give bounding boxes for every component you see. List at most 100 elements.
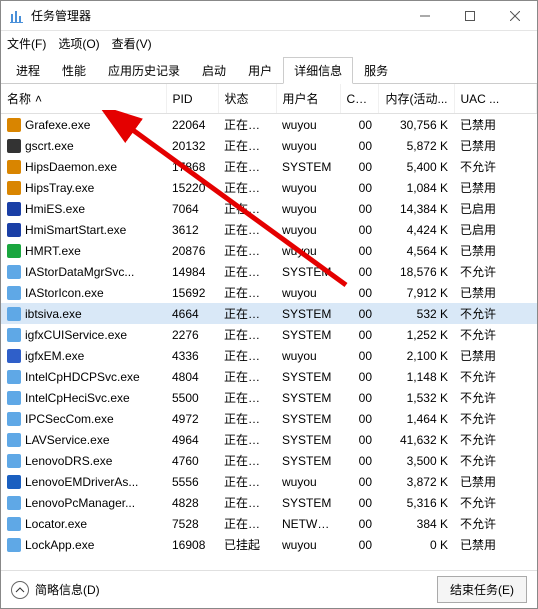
cell-mem: 4,564 K (378, 240, 454, 261)
cell-status: 正在运行 (218, 177, 276, 198)
cell-user: wuyou (276, 534, 340, 555)
cell-pid: 3612 (166, 219, 218, 240)
process-icon (7, 244, 21, 258)
process-name-cell: HipsTray.exe (1, 177, 166, 198)
cell-user: SYSTEM (276, 156, 340, 177)
col-uac[interactable]: UAC ... (454, 84, 537, 114)
cell-user: wuyou (276, 345, 340, 366)
process-name-cell: IAStorDataMgrSvc... (1, 261, 166, 282)
cell-mem: 5,316 K (378, 492, 454, 513)
tab-strip: 进程性能应用历史记录启动用户详细信息服务 (1, 57, 537, 84)
tab-5[interactable]: 详细信息 (283, 57, 353, 84)
tab-6[interactable]: 服务 (353, 57, 399, 84)
tab-3[interactable]: 启动 (191, 57, 237, 84)
cell-mem: 1,148 K (378, 366, 454, 387)
tab-4[interactable]: 用户 (237, 57, 283, 84)
table-row[interactable]: LenovoEMDriverAs...5556正在运行wuyou003,872 … (1, 471, 537, 492)
process-name-cell: igfxCUIService.exe (1, 324, 166, 345)
cell-cpu: 00 (340, 345, 378, 366)
minimize-button[interactable] (402, 1, 447, 31)
maximize-button[interactable] (447, 1, 492, 31)
cell-uac: 已启用 (454, 198, 537, 219)
close-button[interactable] (492, 1, 537, 31)
table-row[interactable]: LAVService.exe4964正在运行SYSTEM0041,632 K不允… (1, 429, 537, 450)
cell-uac: 不允许 (454, 156, 537, 177)
cell-uac: 不允许 (454, 450, 537, 471)
cell-status: 正在运行 (218, 135, 276, 156)
tab-0[interactable]: 进程 (5, 57, 51, 84)
cell-pid: 4804 (166, 366, 218, 387)
cell-uac: 已禁用 (454, 345, 537, 366)
window-controls (402, 1, 537, 31)
col-mem[interactable]: 内存(活动... (378, 84, 454, 114)
process-name-cell: LenovoPcManager... (1, 492, 166, 513)
table-row[interactable]: ibtsiva.exe4664正在运行SYSTEM00532 K不允许 (1, 303, 537, 324)
table-row[interactable]: HipsTray.exe15220正在运行wuyou001,084 K已禁用 (1, 177, 537, 198)
cell-uac: 已禁用 (454, 240, 537, 261)
process-name-cell: HmiES.exe (1, 198, 166, 219)
table-row[interactable]: IAStorDataMgrSvc...14984正在运行SYSTEM0018,5… (1, 261, 537, 282)
cell-mem: 532 K (378, 303, 454, 324)
cell-uac: 已启用 (454, 219, 537, 240)
process-icon (7, 391, 21, 405)
menu-options[interactable]: 选项(O) (58, 35, 99, 52)
process-name-cell: LenovoDRS.exe (1, 450, 166, 471)
tab-1[interactable]: 性能 (51, 57, 97, 84)
table-row[interactable]: HmiES.exe7064正在运行wuyou0014,384 K已启用 (1, 198, 537, 219)
col-name[interactable]: 名称˄ (1, 84, 166, 114)
table-row[interactable]: HmiSmartStart.exe3612正在运行wuyou004,424 K已… (1, 219, 537, 240)
cell-mem: 3,500 K (378, 450, 454, 471)
table-row[interactable]: gscrt.exe20132正在运行wuyou005,872 K已禁用 (1, 135, 537, 156)
cell-uac: 已禁用 (454, 177, 537, 198)
table-row[interactable]: Grafexe.exe22064正在运行wuyou0030,756 K已禁用 (1, 114, 537, 136)
cell-status: 已挂起 (218, 534, 276, 555)
cell-mem: 5,872 K (378, 135, 454, 156)
table-row[interactable]: LockApp.exe16908已挂起wuyou000 K已禁用 (1, 534, 537, 555)
table-row[interactable]: LenovoPcManager...4828正在运行SYSTEM005,316 … (1, 492, 537, 513)
cell-cpu: 00 (340, 471, 378, 492)
table-row[interactable]: IntelCpHDCPSvc.exe4804正在运行SYSTEM001,148 … (1, 366, 537, 387)
end-task-button[interactable]: 结束任务(E) (437, 576, 527, 603)
col-cpu[interactable]: CPU (340, 84, 378, 114)
cell-cpu: 00 (340, 429, 378, 450)
cell-user: wuyou (276, 114, 340, 136)
cell-pid: 16908 (166, 534, 218, 555)
table-row[interactable]: Locator.exe7528正在运行NETWOR...00384 K不允许 (1, 513, 537, 534)
process-name-cell: Locator.exe (1, 513, 166, 534)
cell-status: 正在运行 (218, 261, 276, 282)
cell-uac: 不允许 (454, 513, 537, 534)
col-status[interactable]: 状态 (218, 84, 276, 114)
table-row[interactable]: IPCSecCom.exe4972正在运行SYSTEM001,464 K不允许 (1, 408, 537, 429)
table-row[interactable]: IAStorIcon.exe15692正在运行wuyou007,912 K已禁用 (1, 282, 537, 303)
table-row[interactable]: HipsDaemon.exe17868正在运行SYSTEM005,400 K不允… (1, 156, 537, 177)
menu-view[interactable]: 查看(V) (112, 35, 152, 52)
cell-pid: 4664 (166, 303, 218, 324)
table-row[interactable]: igfxCUIService.exe2276正在运行SYSTEM001,252 … (1, 324, 537, 345)
col-user[interactable]: 用户名 (276, 84, 340, 114)
process-icon (7, 223, 21, 237)
table-row[interactable]: HMRT.exe20876正在运行wuyou004,564 K已禁用 (1, 240, 537, 261)
cell-status: 正在运行 (218, 219, 276, 240)
cell-user: SYSTEM (276, 303, 340, 324)
process-name-cell: LenovoEMDriverAs... (1, 471, 166, 492)
cell-uac: 不允许 (454, 303, 537, 324)
table-row[interactable]: igfxEM.exe4336正在运行wuyou002,100 K已禁用 (1, 345, 537, 366)
cell-uac: 不允许 (454, 429, 537, 450)
col-pid[interactable]: PID (166, 84, 218, 114)
cell-user: NETWOR... (276, 513, 340, 534)
cell-cpu: 00 (340, 492, 378, 513)
process-icon (7, 538, 21, 552)
process-table: 名称˄ PID 状态 用户名 CPU 内存(活动... UAC ... Graf… (1, 84, 537, 555)
cell-pid: 20876 (166, 240, 218, 261)
process-name-cell: HMRT.exe (1, 240, 166, 261)
table-row[interactable]: LenovoDRS.exe4760正在运行SYSTEM003,500 K不允许 (1, 450, 537, 471)
cell-mem: 2,100 K (378, 345, 454, 366)
process-name-cell: HipsDaemon.exe (1, 156, 166, 177)
menu-file[interactable]: 文件(F) (7, 35, 46, 52)
brief-info-toggle[interactable]: 简略信息(D) (11, 581, 100, 599)
cell-user: wuyou (276, 240, 340, 261)
process-icon (7, 286, 21, 300)
cell-cpu: 00 (340, 261, 378, 282)
tab-2[interactable]: 应用历史记录 (97, 57, 191, 84)
table-row[interactable]: IntelCpHeciSvc.exe5500正在运行SYSTEM001,532 … (1, 387, 537, 408)
